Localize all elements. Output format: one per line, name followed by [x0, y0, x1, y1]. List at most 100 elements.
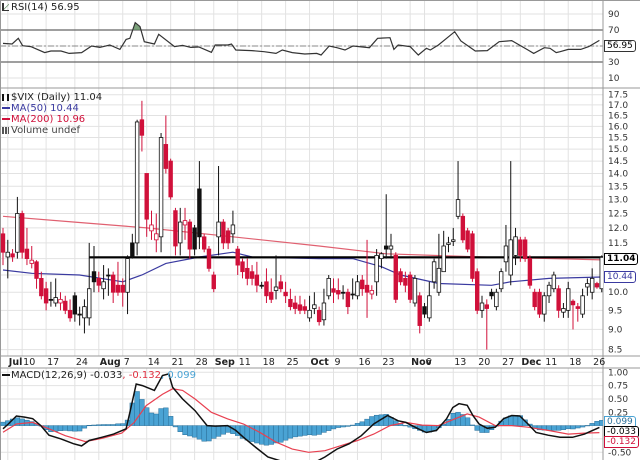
- candle-body: [369, 290, 375, 295]
- rsi-legend-label: RSI(14) 56.95: [11, 2, 80, 13]
- macd-histogram-bar: [560, 425, 567, 430]
- price-tick-label: 12.5: [608, 209, 628, 219]
- macd-legend-label: MACD(12,26,9) -0.033: [11, 370, 123, 381]
- macd-histogram-bar: [168, 416, 174, 426]
- candle-body: [211, 274, 216, 290]
- macd-histogram-bar: [278, 425, 284, 443]
- date-tick-label: 28: [196, 357, 208, 368]
- macd-histogram-bar: [91, 424, 97, 426]
- candle-body: [575, 306, 580, 309]
- macd-tick-label: 1.00: [608, 368, 628, 378]
- price-tick-label: 11.5: [608, 239, 628, 249]
- date-tick-label: 16: [358, 357, 370, 368]
- macd-signal-legend: , -0.132: [122, 370, 161, 381]
- date-tick-label: 23: [382, 357, 394, 368]
- rsi-legend: RSI(14) 56.95: [2, 2, 80, 13]
- date-tick-label: 9: [335, 357, 341, 368]
- price-tick-label: 10.0: [608, 288, 628, 298]
- macd-histogram-bar: [551, 425, 557, 431]
- candle-body: [187, 221, 193, 250]
- date-tick-label: 20: [478, 357, 490, 368]
- candle-body: [383, 245, 389, 250]
- macd-histogram-bar: [81, 425, 88, 429]
- date-tick-label: Dec: [521, 357, 541, 368]
- price-value-box: 11.04: [604, 253, 639, 265]
- candle-body: [340, 291, 346, 294]
- candle-body: [96, 277, 101, 286]
- candle-body: [522, 239, 528, 259]
- price-legend-title: $VIX (Daily) 11.04: [11, 92, 103, 103]
- candle-body: [503, 245, 509, 263]
- candle-body: [63, 300, 68, 311]
- macd-histogram-bar: [565, 425, 571, 430]
- ma200-legend: MA(200) 10.96: [11, 114, 86, 125]
- candle-body: [312, 304, 317, 309]
- date-tick-label: 10: [23, 357, 35, 368]
- candle-body: [163, 144, 169, 169]
- candle-body: [10, 253, 15, 258]
- candle-body: [498, 271, 504, 290]
- candle-body: [479, 302, 485, 311]
- candle-body: [417, 295, 422, 326]
- candle-body: [197, 188, 202, 238]
- macd-line: [2, 372, 600, 460]
- rsi-line: [2, 21, 600, 56]
- candle-body: [154, 233, 159, 241]
- candle-body: [475, 271, 480, 311]
- candle-body: [216, 221, 221, 238]
- macd-histogram-bar: [163, 407, 169, 426]
- macd-histogram-bar: [350, 424, 356, 426]
- macd-histogram-bar: [326, 425, 332, 431]
- candle-body: [546, 284, 552, 297]
- date-tick-label: 27: [502, 357, 514, 368]
- candle-body: [580, 295, 585, 315]
- candle-body: [551, 274, 557, 290]
- macd-histogram-bar: [0, 421, 6, 426]
- candle-body: [360, 279, 365, 290]
- macd-histogram-bar: [158, 408, 164, 426]
- macd-histogram-bar: [589, 423, 595, 426]
- macd-panel: [0, 372, 603, 460]
- macd-histogram-bar: [575, 425, 581, 429]
- macd-histogram-bar: [62, 425, 68, 431]
- macd-tick-label: -0.50: [608, 448, 632, 458]
- bar-chart-icon: [2, 127, 9, 134]
- date-tick-label: 26: [593, 357, 605, 368]
- candle-body: [130, 242, 135, 258]
- macd-histogram-bar: [120, 423, 126, 426]
- macd-histogram-bar: [201, 425, 207, 442]
- candle-body: [422, 306, 427, 315]
- candle-body: [87, 288, 92, 319]
- macd-histogram-bar: [364, 418, 370, 426]
- date-tick-label: 11: [239, 357, 251, 368]
- macd-histogram-bar: [191, 425, 198, 438]
- ma50-legend: MA(50) 10.44: [11, 103, 79, 114]
- candle-body: [221, 221, 226, 244]
- macd-histogram-bar: [72, 425, 78, 432]
- line-chart-icon: [2, 3, 9, 11]
- macd-histogram-bar: [215, 425, 222, 437]
- macd-histogram-bar: [144, 407, 150, 426]
- rsi-tick-label: 70: [608, 26, 620, 36]
- price-panel: [0, 100, 603, 350]
- macd-histogram-bar: [177, 425, 183, 432]
- candle-body: [307, 309, 312, 319]
- rsi-overbought-fill: [3, 22, 600, 30]
- rsi-panel: [2, 21, 600, 56]
- candle-body: [508, 239, 513, 276]
- candle-body: [29, 259, 34, 264]
- macd-histogram-bar: [100, 424, 107, 426]
- candle-body: [240, 261, 245, 273]
- candle-body: [149, 224, 154, 232]
- candle-body: [91, 271, 97, 283]
- candle-body: [225, 230, 231, 244]
- candle-body: [259, 284, 264, 287]
- volume-legend: Volume undef: [11, 125, 81, 136]
- candle-body: [5, 251, 10, 258]
- macd-histogram-bar: [579, 425, 586, 428]
- ma200-swatch-icon: [2, 118, 10, 120]
- candle-body: [388, 245, 394, 250]
- price-tick-label: 16.5: [608, 111, 628, 121]
- candle-body: [82, 306, 87, 319]
- candle-body: [269, 291, 274, 300]
